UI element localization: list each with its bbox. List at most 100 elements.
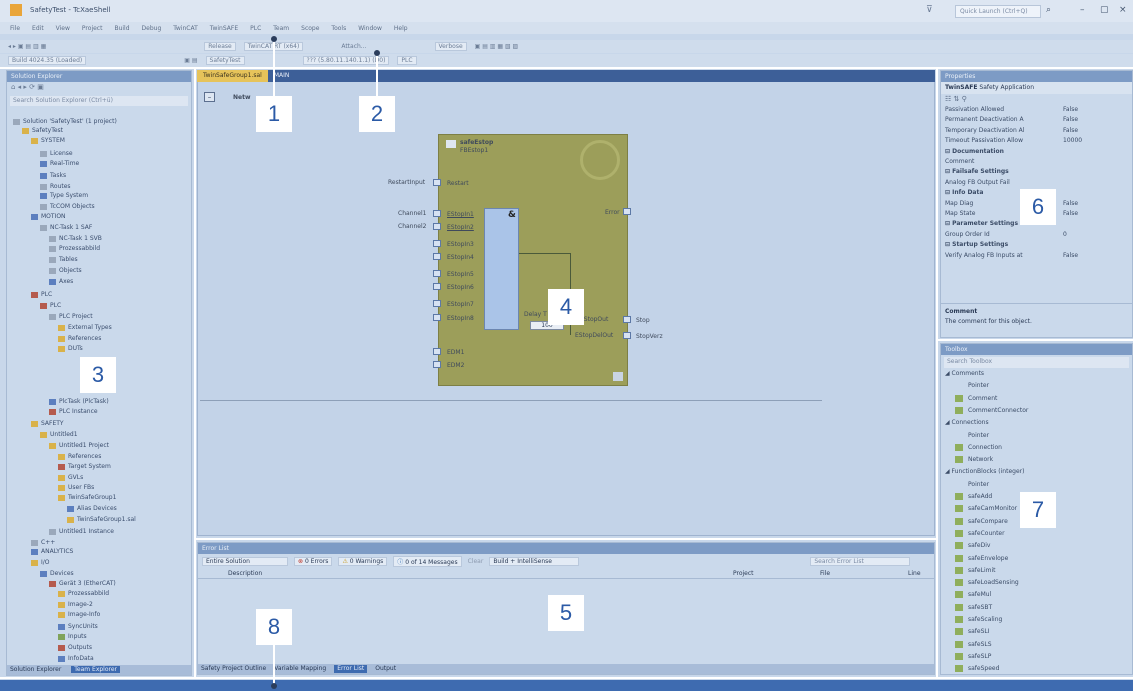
toolbar-icons[interactable]: ◂ ▸ ▣ ▤ ▥ ▦ xyxy=(8,43,46,50)
search-icon[interactable]: ⌕ xyxy=(1046,5,1051,15)
quick-launch-input[interactable]: Quick Launch (Ctrl+Q) xyxy=(955,5,1041,18)
column-line[interactable]: Line xyxy=(908,570,921,577)
toolbox-item[interactable]: safeEnvelope xyxy=(955,554,1008,562)
tree-item[interactable]: References xyxy=(58,453,101,460)
tree-item[interactable]: PLC xyxy=(31,291,52,298)
toolbox-item[interactable]: Comment xyxy=(955,394,997,402)
tree-item[interactable]: TwinSafeGroup1.sal xyxy=(67,516,136,523)
tree-item[interactable]: GVLs xyxy=(58,474,83,481)
tab-team-explorer[interactable]: Team Explorer xyxy=(71,666,121,673)
tree-item[interactable]: Outputs xyxy=(58,644,92,651)
toolbox-item[interactable]: safeLimit xyxy=(955,566,995,574)
toolbox-item[interactable]: safeCompare xyxy=(955,517,1008,525)
errors-filter-button[interactable]: ⊗ 0 Errors xyxy=(294,556,333,566)
toolbox-item[interactable]: safeSLI xyxy=(955,628,990,636)
close-icon[interactable]: × xyxy=(1119,5,1127,15)
fb-input-pin[interactable] xyxy=(433,283,441,290)
tree-item[interactable]: Untitled1 Project xyxy=(49,442,109,449)
fb-input-pin[interactable] xyxy=(433,300,441,307)
property-section[interactable]: ⊟ Startup Settings xyxy=(945,241,1125,248)
plc-combo[interactable]: PLC xyxy=(397,56,417,65)
fb-input-pin[interactable] xyxy=(433,348,441,355)
fb-input-pin[interactable] xyxy=(433,361,441,368)
tree-item[interactable]: NC-Task 1 SVB xyxy=(49,235,102,242)
toolbox-item[interactable]: safeCamMonitor xyxy=(955,505,1017,513)
toolbox-item[interactable]: safeSpeed xyxy=(955,665,999,673)
column-project[interactable]: Project xyxy=(733,570,754,577)
properties-toolbar[interactable]: ☷ ⇅ ⚲ xyxy=(941,94,1132,106)
tree-item[interactable]: References xyxy=(58,335,101,342)
fb-input-pin[interactable] xyxy=(433,240,441,247)
tree-item[interactable]: Type System xyxy=(40,192,88,199)
fb-input-pin[interactable] xyxy=(433,179,441,186)
toolbox-item[interactable]: Connection xyxy=(955,443,1002,451)
tab-twinsafegroup1-sal[interactable]: TwinSafeGroup1.sal xyxy=(197,70,268,82)
error-output-pin[interactable] xyxy=(623,208,631,215)
verbose-combo[interactable]: Verbose xyxy=(434,42,467,51)
property-row[interactable]: Group Order Id 0 xyxy=(945,231,1125,238)
menu-project[interactable]: Project xyxy=(82,25,103,32)
tab-output[interactable]: Output xyxy=(375,665,396,673)
tree-item[interactable]: License xyxy=(40,150,73,157)
tree-item[interactable]: Untitled1 Instance xyxy=(49,528,114,535)
error-scope-combo[interactable]: Entire Solution xyxy=(202,556,288,566)
menu-twinsafe[interactable]: TwinSAFE xyxy=(210,25,238,32)
toolbar-icons-2[interactable]: ▣ ▤ xyxy=(184,57,197,64)
toolbox-item[interactable]: Network xyxy=(955,456,993,464)
toolbox-item[interactable]: safeAdd xyxy=(955,493,992,500)
tree-item[interactable]: Inputs xyxy=(58,633,87,640)
menu-debug[interactable]: Debug xyxy=(142,25,162,32)
toolbox-item[interactable]: safeLoadSensing xyxy=(955,579,1019,587)
menu-build[interactable]: Build xyxy=(114,25,129,32)
menu-view[interactable]: View xyxy=(56,25,70,32)
toolbox-item[interactable]: Pointer xyxy=(955,432,989,439)
tree-item[interactable]: DUTs xyxy=(58,345,83,352)
toolbox-item[interactable]: CommentConnector xyxy=(955,406,1028,414)
toolbox-category[interactable]: ◢ Comments xyxy=(945,370,984,377)
messages-filter-button[interactable]: ⓘ 0 of 14 Messages xyxy=(393,555,462,567)
build-combo[interactable]: Build 4024.35 (Loaded) xyxy=(8,56,87,65)
target-combo[interactable]: SafetyTest xyxy=(205,56,245,65)
warnings-filter-button[interactable]: ⚠ 0 Warnings xyxy=(338,556,388,566)
toolbox-category[interactable]: ◢ FunctionBlocks (integer) xyxy=(945,468,1024,475)
tree-item[interactable]: Devices xyxy=(40,570,74,577)
tab-variable-mapping[interactable]: Variable Mapping xyxy=(274,665,326,673)
attach-button[interactable]: Attach... xyxy=(341,43,366,50)
fb-resize-icon[interactable] xyxy=(613,372,623,381)
tab-safety-project-outline[interactable]: Safety Project Outline xyxy=(201,665,266,673)
tree-item[interactable]: SafetyTest xyxy=(22,127,63,134)
menu-plc[interactable]: PLC xyxy=(250,25,261,32)
tree-item[interactable]: Image-2 xyxy=(58,601,93,608)
toolbox-item[interactable]: Pointer xyxy=(955,382,989,389)
filter-icon[interactable]: ⊽ xyxy=(926,5,933,15)
toolbox-item[interactable]: safeCounter xyxy=(955,529,1005,537)
build-filter-combo[interactable]: Build + IntelliSense xyxy=(489,556,580,566)
tree-item[interactable]: Solution 'SafetyTest' (1 project) xyxy=(13,118,117,125)
tree-item[interactable]: Routes xyxy=(40,183,71,190)
tree-item[interactable]: PLC xyxy=(40,302,61,309)
estopout-pin[interactable] xyxy=(623,316,631,323)
tree-item[interactable]: PlcTask (PlcTask) xyxy=(49,398,109,405)
error-search-input[interactable]: Search Error List xyxy=(810,556,911,566)
tree-item[interactable]: Tasks xyxy=(40,172,66,179)
property-section[interactable]: ⊟ Failsafe Settings xyxy=(945,168,1125,175)
property-row[interactable]: Temporary Deactivation Al False xyxy=(945,127,1125,134)
tree-item[interactable]: SAFETY xyxy=(31,420,64,427)
tree-item[interactable]: Target System xyxy=(58,463,111,470)
tree-item[interactable]: Image-Info xyxy=(58,611,100,618)
property-row[interactable]: Passivation Allowed False xyxy=(945,106,1125,113)
fb-input-pin[interactable] xyxy=(433,314,441,321)
tree-item[interactable]: PLC Instance xyxy=(49,408,98,415)
tree-item[interactable]: Gerät 3 (EtherCAT) xyxy=(49,580,116,587)
tree-item[interactable]: Untitled1 xyxy=(40,431,78,438)
tree-item[interactable]: Tables xyxy=(49,256,78,263)
tree-item[interactable]: NC-Task 1 SAF xyxy=(40,224,92,231)
column-description[interactable]: Description xyxy=(228,570,262,577)
solution-explorer-toolbar[interactable]: ⌂ ◂ ▸ ⟳ ▣ xyxy=(7,82,191,94)
menu-help[interactable]: Help xyxy=(394,25,408,32)
property-row[interactable]: Permanent Deactivation A False xyxy=(945,116,1125,123)
toolbox-item[interactable]: safeDiv xyxy=(955,542,990,550)
menu-window[interactable]: Window xyxy=(358,25,382,32)
tab-error-list[interactable]: Error List xyxy=(334,665,368,673)
tree-item[interactable]: C++ xyxy=(31,539,55,546)
